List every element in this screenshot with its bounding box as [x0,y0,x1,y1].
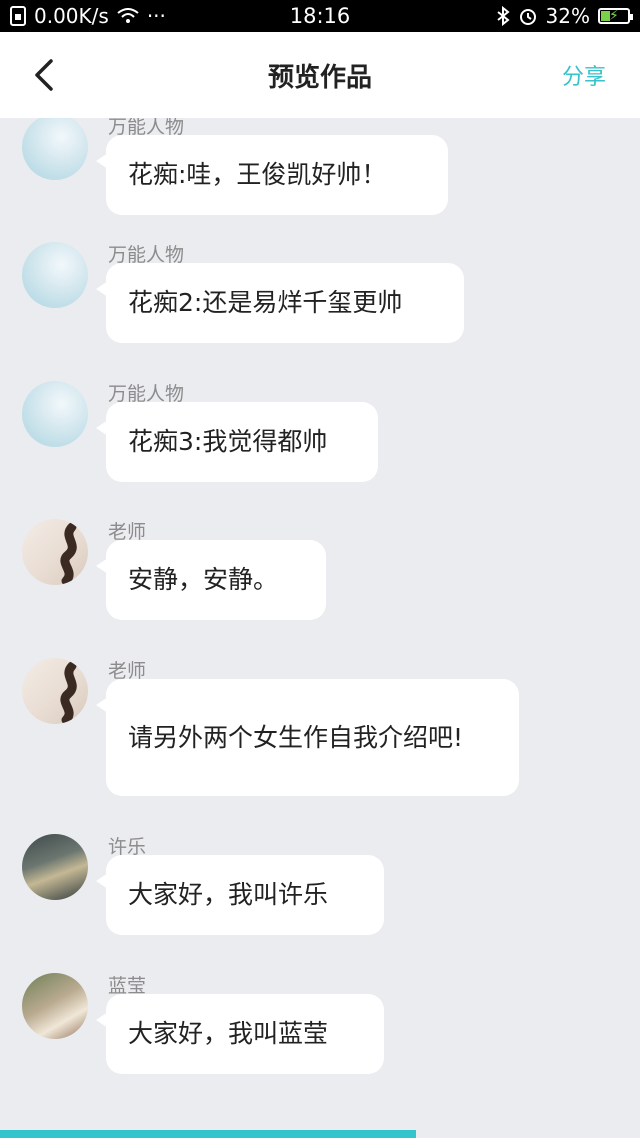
alarm-icon [518,6,538,26]
message-bubble[interactable]: 大家好，我叫蓝莹 [96,994,384,1074]
message-bubble[interactable]: 大家好，我叫许乐 [96,855,384,935]
page-title: 预览作品 [267,62,372,93]
status-bar: 0.00K/s ··· 18:16 32% ⚡ [0,0,640,32]
message-bubble[interactable]: 花痴2:还是易烊千玺更帅 [96,263,464,343]
chevron-left-icon [35,59,53,91]
avatar[interactable] [22,658,88,724]
message-bubble[interactable]: 花痴3:我觉得都帅 [96,402,378,482]
more-dots: ··· [146,4,166,28]
app-header: 预览作品 分享 [0,32,640,118]
bluetooth-icon [496,6,510,26]
back-button[interactable] [24,54,64,96]
clock: 18:16 [289,4,351,28]
battery-icon: ⚡ [598,8,633,24]
avatar[interactable] [22,242,88,308]
playback-progress[interactable] [0,1130,640,1138]
avatar[interactable] [22,519,88,585]
battery-percent: 32% [545,4,590,28]
avatar[interactable] [22,381,88,447]
avatar[interactable] [22,973,88,1039]
message-bubble[interactable]: 花痴:哇，王俊凯好帅！ [96,135,448,215]
hair-braid-icon [60,661,77,724]
avatar[interactable] [22,834,88,900]
chat-list[interactable]: 万能人物 花痴:哇，王俊凯好帅！ 万能人物 花痴2:还是易烊千玺更帅 万能人物 … [0,118,640,1130]
share-button[interactable]: 分享 [562,32,606,118]
network-speed: 0.00K/s [34,4,109,28]
message-bubble[interactable]: 安静，安静。 [96,540,326,620]
progress-fill [0,1130,416,1138]
avatar[interactable] [22,118,88,180]
sim-card-icon [10,6,26,26]
message-bubble[interactable]: 请另外两个女生作自我介绍吧! [96,679,519,796]
wifi-icon [117,8,139,24]
hair-braid-icon [60,522,77,585]
